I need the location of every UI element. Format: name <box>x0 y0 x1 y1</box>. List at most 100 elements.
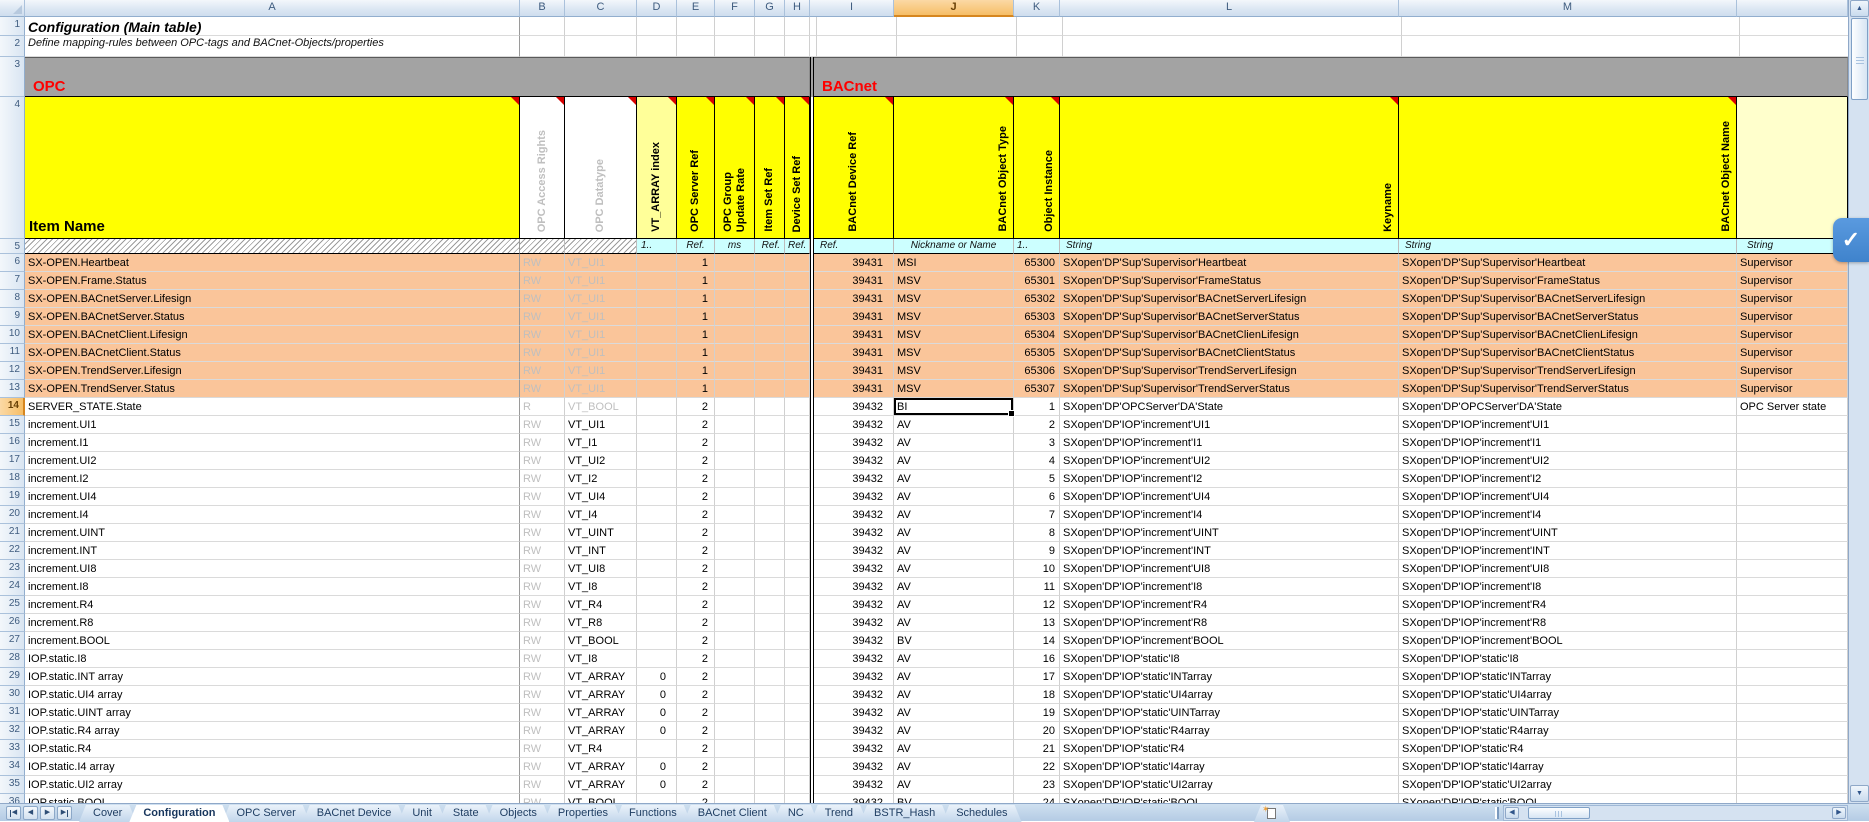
cell-opc-group-update-rate[interactable] <box>715 290 755 308</box>
tab-nc[interactable]: NC <box>774 805 818 822</box>
cell-empty[interactable] <box>1063 17 1402 36</box>
cell-opc-datatype[interactable]: VT_UI1 <box>565 308 637 326</box>
cell-empty[interactable] <box>520 36 565 57</box>
cell-opc-group-update-rate[interactable] <box>715 542 755 560</box>
scroll-down-icon[interactable]: ▼ <box>1850 785 1869 802</box>
cell-note[interactable] <box>1737 614 1848 632</box>
cell-device-set-ref[interactable] <box>785 650 810 668</box>
row-header-3[interactable]: 3 <box>0 57 25 97</box>
cell-keyname[interactable]: SXopen'DP'IOP'increment'BOOL <box>1060 632 1399 650</box>
cell-bacnet-device-ref[interactable]: 39432 <box>814 668 894 686</box>
cell-item-name[interactable]: increment.I2 <box>25 470 520 488</box>
cell-bacnet-device-ref[interactable]: 39432 <box>814 614 894 632</box>
cell-item-name[interactable]: SX-OPEN.BACnetClient.Lifesign <box>25 326 520 344</box>
cell-opc-datatype[interactable]: VT_UI1 <box>565 380 637 398</box>
cell-bacnet-object-name[interactable]: SXopen'DP'Sup'Supervisor'TrendServerLife… <box>1399 362 1737 380</box>
cell-opc-group-update-rate[interactable] <box>715 254 755 272</box>
opc-section-header[interactable]: OPC <box>25 57 810 97</box>
cell-opc-access-rights[interactable]: RW <box>520 362 565 380</box>
cell-object-instance[interactable]: 5 <box>1014 470 1060 488</box>
cell-note[interactable]: Supervisor <box>1737 362 1848 380</box>
cell-bacnet-object-type[interactable]: AV <box>894 434 1014 452</box>
cell-opc-datatype[interactable]: VT_R8 <box>565 614 637 632</box>
cell-vt-array-index[interactable] <box>637 344 677 362</box>
cell-opc-datatype[interactable]: VT_ARRAY <box>565 758 637 776</box>
cell-device-set-ref[interactable] <box>785 758 810 776</box>
cell-item-name[interactable]: increment.UI2 <box>25 452 520 470</box>
cell-bacnet-object-name[interactable]: SXopen'DP'IOP'static'I8 <box>1399 650 1737 668</box>
opc-group-update-rate-header[interactable]: OPC GroupUpdate Rate <box>715 97 755 239</box>
cell-item-name[interactable]: IOP.static.I4 array <box>25 758 520 776</box>
cell-keyname[interactable]: SXopen'DP'IOP'static'BOOL <box>1060 794 1399 803</box>
cell-keyname[interactable]: SXopen'DP'IOP'increment'UI4 <box>1060 488 1399 506</box>
cell-opc-group-update-rate[interactable] <box>715 488 755 506</box>
cell-vt-array-index[interactable]: 0 <box>637 686 677 704</box>
cell-item-set-ref[interactable] <box>755 308 785 326</box>
cell-bacnet-object-type[interactable]: MSV <box>894 290 1014 308</box>
cell-bacnet-device-ref[interactable]: 39432 <box>814 416 894 434</box>
cell-bacnet-device-ref[interactable]: 39432 <box>814 776 894 794</box>
opc-access-rights-header[interactable]: OPC Access Rights <box>520 97 565 239</box>
row-header-18[interactable]: 18 <box>0 470 25 488</box>
row-header-33[interactable]: 33 <box>0 740 25 758</box>
row-header-32[interactable]: 32 <box>0 722 25 740</box>
select-all-corner[interactable] <box>0 0 25 17</box>
cell-note[interactable] <box>1737 722 1848 740</box>
row-header-24[interactable]: 24 <box>0 578 25 596</box>
keyname-header[interactable]: Keyname <box>1060 97 1399 239</box>
cell-opc-server-ref[interactable]: 2 <box>677 794 715 803</box>
cell-note[interactable]: Supervisor <box>1737 290 1848 308</box>
cell-opc-group-update-rate[interactable] <box>715 434 755 452</box>
cell-device-set-ref[interactable] <box>785 722 810 740</box>
insert-worksheet-tab[interactable]: ✶ <box>1254 805 1290 822</box>
cell-opc-access-rights[interactable]: RW <box>520 524 565 542</box>
cell-opc-server-ref[interactable]: 2 <box>677 614 715 632</box>
column-header-G[interactable]: G <box>755 0 785 17</box>
cell-keyname[interactable]: SXopen'DP'IOP'static'UI2array <box>1060 776 1399 794</box>
subheader-b[interactable] <box>520 239 565 254</box>
column-header-L[interactable]: L <box>1060 0 1399 17</box>
cell-bacnet-object-name[interactable]: SXopen'DP'Sup'Supervisor'BACnetServerSta… <box>1399 308 1737 326</box>
cell-empty[interactable] <box>1063 36 1402 57</box>
column-header-B[interactable]: B <box>520 0 565 17</box>
cell-vt-array-index[interactable] <box>637 542 677 560</box>
cell-opc-access-rights[interactable]: RW <box>520 488 565 506</box>
cell-object-instance[interactable]: 14 <box>1014 632 1060 650</box>
cell-bacnet-device-ref[interactable]: 39432 <box>814 452 894 470</box>
cell-object-instance[interactable]: 65302 <box>1014 290 1060 308</box>
cell-opc-server-ref[interactable]: 2 <box>677 632 715 650</box>
cell-keyname[interactable]: SXopen'DP'IOP'static'R4array <box>1060 722 1399 740</box>
cell-object-instance[interactable]: 6 <box>1014 488 1060 506</box>
cell-device-set-ref[interactable] <box>785 272 810 290</box>
row-header-20[interactable]: 20 <box>0 506 25 524</box>
subheader-e[interactable]: Ref. <box>677 239 715 254</box>
subheader-a[interactable] <box>25 239 520 254</box>
cell-bacnet-object-type[interactable]: AV <box>894 758 1014 776</box>
cell-bacnet-object-name[interactable]: SXopen'DP'IOP'static'R4array <box>1399 722 1737 740</box>
cell-opc-group-update-rate[interactable] <box>715 614 755 632</box>
cell-opc-server-ref[interactable]: 2 <box>677 722 715 740</box>
cell-opc-server-ref[interactable]: 2 <box>677 776 715 794</box>
cell-item-set-ref[interactable] <box>755 326 785 344</box>
cell-keyname[interactable]: SXopen'DP'IOP'increment'I8 <box>1060 578 1399 596</box>
cell-bacnet-object-name[interactable]: SXopen'DP'IOP'static'R4 <box>1399 740 1737 758</box>
cell-opc-access-rights[interactable]: RW <box>520 668 565 686</box>
cell-bacnet-object-name[interactable]: SXopen'DP'IOP'increment'I8 <box>1399 578 1737 596</box>
cell-note[interactable] <box>1737 470 1848 488</box>
cell-object-instance[interactable]: 65304 <box>1014 326 1060 344</box>
cell-bacnet-object-type[interactable]: AV <box>894 416 1014 434</box>
cell-object-instance[interactable]: 65305 <box>1014 344 1060 362</box>
cell-empty[interactable] <box>897 17 1017 36</box>
row-header-31[interactable]: 31 <box>0 704 25 722</box>
cell-opc-access-rights[interactable]: RW <box>520 344 565 362</box>
cell-opc-server-ref[interactable]: 1 <box>677 380 715 398</box>
cell-object-instance[interactable]: 21 <box>1014 740 1060 758</box>
cell-bacnet-device-ref[interactable]: 39431 <box>814 362 894 380</box>
cell-opc-datatype[interactable]: VT_I4 <box>565 506 637 524</box>
tab-functions[interactable]: Functions <box>615 805 691 822</box>
vt-array-index-header[interactable]: VT_ARRAY index <box>637 97 677 239</box>
cell-object-instance[interactable]: 22 <box>1014 758 1060 776</box>
cell-vt-array-index[interactable] <box>637 434 677 452</box>
cell-bacnet-device-ref[interactable]: 39432 <box>814 686 894 704</box>
cell-device-set-ref[interactable] <box>785 344 810 362</box>
